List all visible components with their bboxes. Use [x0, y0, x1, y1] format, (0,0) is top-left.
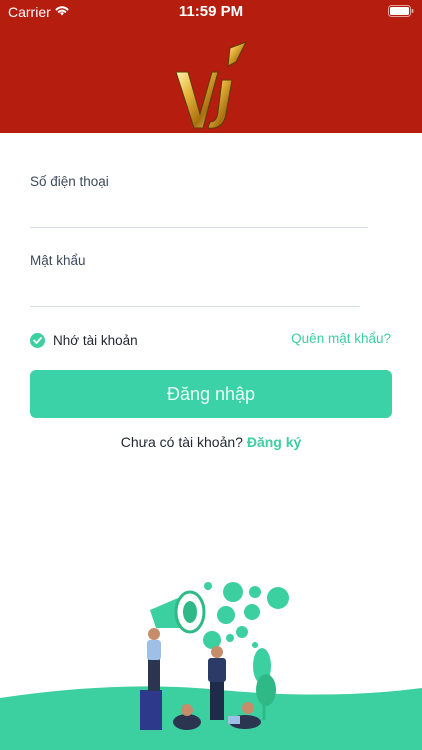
phone-input[interactable] — [30, 198, 368, 228]
battery-icon — [388, 5, 414, 17]
status-bar: Carrier 11:59 PM — [0, 0, 422, 24]
login-button[interactable]: Đăng nhập — [30, 370, 392, 418]
no-account-text: Chưa có tài khoản? — [120, 434, 243, 450]
password-label: Mật khẩu — [30, 253, 86, 268]
signup-prompt: Chưa có tài khoản? Đăng ký — [0, 434, 422, 450]
phone-label: Số điện thoại — [30, 174, 109, 189]
remember-account-label: Nhớ tài khoản — [53, 332, 138, 348]
app-header: Carrier 11:59 PM — [0, 0, 422, 133]
app-logo — [175, 41, 248, 129]
remember-account-toggle[interactable]: Nhớ tài khoản — [30, 331, 138, 349]
clock: 11:59 PM — [178, 3, 244, 20]
checkmark-icon — [30, 332, 45, 348]
forgot-password-link[interactable]: Quên mật khẩu? — [291, 331, 391, 346]
password-input[interactable] — [30, 277, 360, 307]
marketing-illustration — [0, 582, 422, 750]
signup-link[interactable]: Đăng ký — [247, 434, 301, 450]
